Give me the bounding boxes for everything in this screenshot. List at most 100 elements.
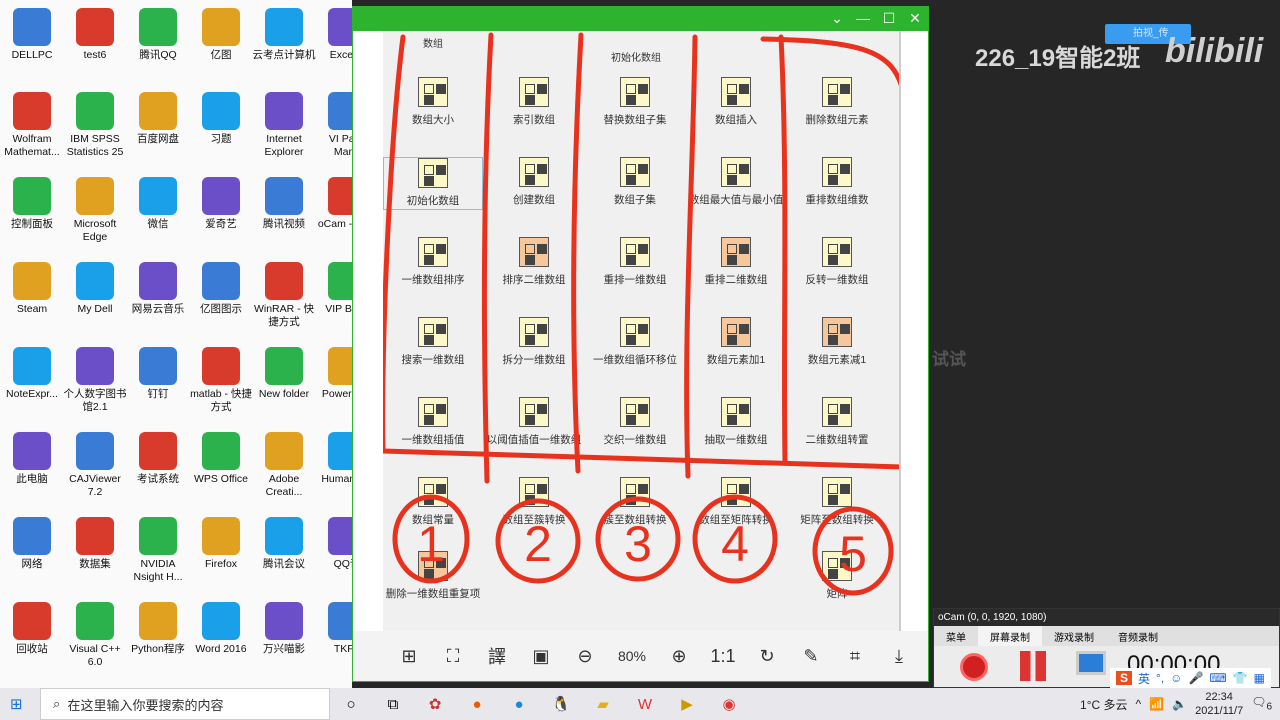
desktop-icon[interactable]: New folder [252,347,316,401]
palette-item[interactable]: 簇至数组转换 [585,477,685,528]
ime-button[interactable]: ▦ [1254,671,1265,685]
app-icon[interactable]: ✿ [414,695,456,713]
palette-item[interactable]: 抽取一维数组 [686,397,786,448]
firefox-icon[interactable]: ● [456,696,498,713]
palette-item[interactable]: 重排数组维数 [787,157,887,208]
ime-button[interactable]: S [1116,671,1133,685]
task-view-icon[interactable]: ⧉ [372,696,414,713]
ime-button[interactable]: ☺ [1170,671,1182,685]
desktop-icon[interactable]: 网络 [0,517,64,571]
fit-screen-icon[interactable]: ▣ [519,646,563,667]
ocam-tab-screen[interactable]: 屏幕录制 [978,626,1042,646]
maximize-button[interactable]: ☐ [879,10,899,27]
monitor-icon[interactable] [1076,651,1106,675]
ime-button[interactable]: 英 [1138,670,1150,687]
translate-icon[interactable]: 譯 [475,643,519,669]
desktop-icon[interactable]: 百度网盘 [126,92,190,146]
desktop-icon[interactable]: 考试系统 [126,432,190,486]
player-icon[interactable]: ▶ [666,695,708,713]
desktop-icon[interactable]: Firefox [189,517,253,571]
zoom-out-icon[interactable]: ⊖ [563,646,607,667]
palette-item[interactable]: 数组常量 [383,477,483,528]
palette-item[interactable]: 矩阵至数组转换 [787,477,887,528]
network-icon[interactable]: 📶 [1149,697,1164,711]
crop-icon[interactable]: ⌗ [833,646,877,667]
desktop-icon[interactable]: oCam - 方式 [315,177,352,231]
desktop-icon[interactable]: My Dell [63,262,127,316]
cortana-icon[interactable]: ○ [330,696,372,713]
desktop-icon[interactable]: 亿图 [189,8,253,62]
desktop-icon[interactable]: 此电脑 [0,432,64,486]
desktop-icon[interactable]: Human Fla [315,432,352,486]
palette-item[interactable]: 一维数组插值 [383,397,483,448]
ocam-tab-audio[interactable]: 音频录制 [1106,626,1170,646]
desktop-icon[interactable]: 云考点计算机 [252,8,316,62]
download-icon[interactable]: ⤓ [877,646,921,667]
desktop-icon[interactable]: VIP Brow [315,262,352,316]
desktop-icon[interactable]: 钉钉 [126,347,190,401]
desktop-icon[interactable]: 回收站 [0,602,64,656]
desktop-icon[interactable]: matlab - 快捷方式 [189,347,253,414]
clock[interactable]: 22:34 2021/11/7 [1195,690,1243,718]
palette-item[interactable]: 替换数组子集 [585,77,685,128]
edit-icon[interactable]: ✎ [789,646,833,667]
palette-item[interactable]: 排序二维数组 [484,237,584,288]
taskbar-search[interactable]: ⌕ 在这里输入你要搜索的内容 [40,688,330,720]
volume-icon[interactable]: 🔈 [1172,697,1187,711]
pause-button[interactable] [1020,651,1046,681]
palette-item[interactable]: 创建数组 [484,157,584,208]
desktop-icon[interactable]: Microsoft Edge [63,177,127,244]
tray-chevron-icon[interactable]: ^ [1136,697,1142,711]
rotate-icon[interactable]: ↻ [745,646,789,667]
ime-button[interactable]: °, [1156,671,1164,685]
desktop-icon[interactable]: 腾讯视频 [252,177,316,231]
edge-icon[interactable]: ● [498,696,540,713]
ocam-tab-game[interactable]: 游戏录制 [1042,626,1106,646]
wps-icon[interactable]: W [624,696,666,713]
desktop-icon[interactable]: Python程序 [126,602,190,656]
notification-icon[interactable]: 🗨6 [1251,695,1272,712]
windows-start-icon[interactable]: ⊞ [10,695,23,713]
palette-item[interactable]: 搜索一维数组 [383,317,483,368]
zoom-in-icon[interactable]: ⊕ [657,646,701,667]
palette-item[interactable]: 重排二维数组 [686,237,786,288]
desktop-icon[interactable]: Power 201 [315,347,352,401]
palette-item[interactable]: 数组元素加1 [686,317,786,368]
record-stop-button[interactable] [960,653,988,681]
layout-icon[interactable]: ⊞ [387,646,431,667]
desktop-icon[interactable]: 控制面板 [0,177,64,231]
ocr-icon[interactable]: ⛶ [431,646,475,667]
palette-item[interactable]: 数组至簇转换 [484,477,584,528]
desktop-icon[interactable]: NoteExpr... [0,347,64,401]
desktop-icon[interactable]: 数据集 [63,517,127,571]
palette-item[interactable]: 数组子集 [585,157,685,208]
desktop-icon[interactable]: DELLPC [0,8,64,62]
desktop-icon[interactable]: Adobe Creati... [252,432,316,499]
palette-item[interactable]: 删除一维数组重复项 [383,551,483,602]
palette-item[interactable]: 以阈值插值一维数组 [484,397,584,448]
desktop-icon[interactable]: 网易云音乐 [126,262,190,316]
qq-icon[interactable]: 🐧 [540,695,582,713]
ime-button[interactable]: ⌨ [1209,671,1226,685]
desktop-icon[interactable]: WinRAR - 快捷方式 [252,262,316,329]
palette-item[interactable]: 数组元素减1 [787,317,887,368]
palette-item[interactable]: 初始化数组 [383,157,483,210]
desktop-icon[interactable]: 爱奇艺 [189,177,253,231]
desktop-icon[interactable]: Visual C++ 6.0 [63,602,127,669]
palette-item[interactable]: 反转一维数组 [787,237,887,288]
desktop-icon[interactable]: 个人数字图书馆2.1 [63,347,127,414]
ime-button[interactable]: 👕 [1233,671,1248,685]
desktop-icon[interactable]: 亿图图示 [189,262,253,316]
desktop-icon[interactable]: NVIDIA Nsight H... [126,517,190,584]
desktop-icon[interactable]: Excel 2 [315,8,352,62]
desktop-icon[interactable]: Wolfram Mathemat... [0,92,64,159]
desktop-icon[interactable]: WPS Office [189,432,253,486]
desktop-icon[interactable]: Steam [0,262,64,316]
ocam-taskbar-icon[interactable]: ◉ [708,695,750,713]
palette-item[interactable]: 一维数组循环移位 [585,317,685,368]
palette-item[interactable]: 交织一维数组 [585,397,685,448]
ime-button[interactable]: 🎤 [1188,671,1203,685]
desktop-icon[interactable]: 万兴喵影 [252,602,316,656]
desktop-icon[interactable]: test6 [63,8,127,62]
weather[interactable]: 1°C 多云 [1080,696,1127,713]
